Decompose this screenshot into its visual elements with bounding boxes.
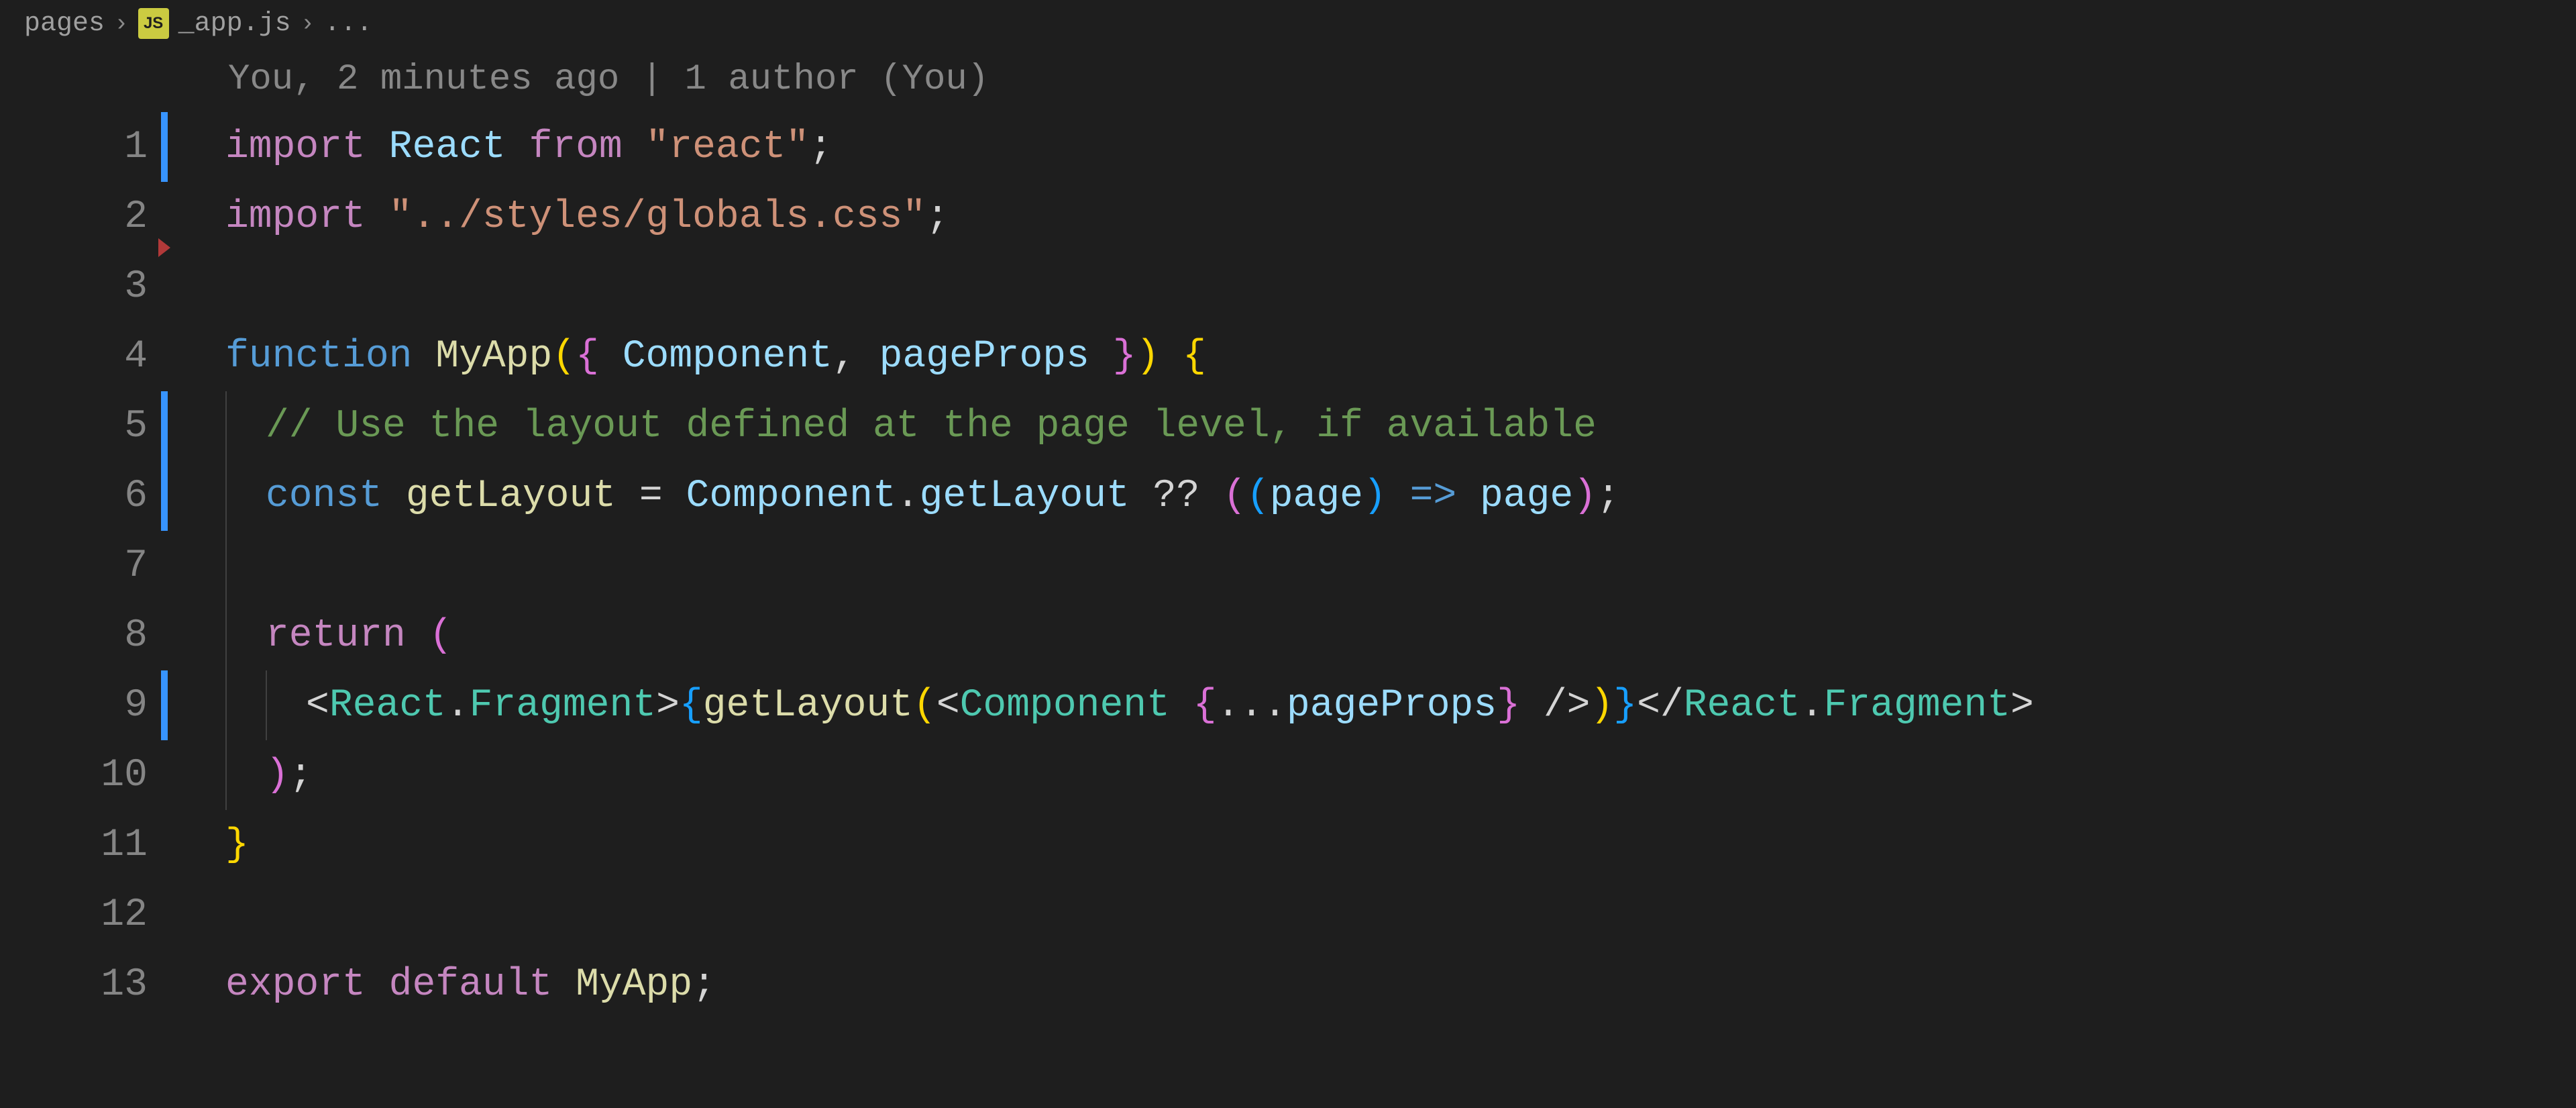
line-number: 10: [101, 754, 168, 797]
indent-guide: [266, 670, 306, 740]
code-content[interactable]: function MyApp({ Component, pageProps })…: [168, 321, 1206, 391]
code-line[interactable]: 10 );: [0, 740, 2576, 810]
code-content[interactable]: }: [168, 810, 249, 880]
line-number: 7: [124, 544, 168, 588]
code-line[interactable]: 3: [0, 252, 2576, 321]
gutter[interactable]: 11: [0, 810, 168, 880]
code-content[interactable]: return (: [168, 601, 452, 670]
code-line[interactable]: 4 function MyApp({ Component, pageProps …: [0, 321, 2576, 391]
line-number: 4: [124, 335, 168, 379]
code-line[interactable]: 9 <React.Fragment>{getLayout(<Component …: [0, 670, 2576, 740]
code-content[interactable]: import React from "react";: [168, 112, 833, 182]
code-line[interactable]: 5 // Use the layout defined at the page …: [0, 391, 2576, 461]
indent-guide: [225, 740, 266, 810]
code-content[interactable]: import "../styles/globals.css";: [168, 182, 949, 252]
code-content[interactable]: const getLayout = Component.getLayout ??…: [168, 461, 1620, 531]
breadcrumb-folder[interactable]: pages: [24, 9, 105, 39]
modified-indicator: [161, 461, 168, 531]
code-editor[interactable]: You, 2 minutes ago | 1 author (You) 1 im…: [0, 52, 2576, 1019]
line-number: 13: [101, 963, 168, 1007]
indent-guide: [225, 391, 266, 461]
code-content[interactable]: [168, 880, 225, 950]
gutter[interactable]: 7: [0, 531, 168, 601]
code-line[interactable]: 12: [0, 880, 2576, 950]
code-line[interactable]: 11 }: [0, 810, 2576, 880]
code-content[interactable]: );: [168, 740, 313, 810]
code-content[interactable]: <React.Fragment>{getLayout(<Component {.…: [168, 670, 2034, 740]
code-content[interactable]: // Use the layout defined at the page le…: [168, 391, 1597, 461]
breadcrumb[interactable]: pages › JS _app.js › ...: [0, 0, 2576, 52]
gutter[interactable]: 6: [0, 461, 168, 531]
line-number: 2: [124, 195, 168, 239]
line-number: 3: [124, 265, 168, 309]
code-content[interactable]: [168, 252, 225, 321]
code-line[interactable]: 13 export default MyApp;: [0, 950, 2576, 1019]
code-line[interactable]: 6 const getLayout = Component.getLayout …: [0, 461, 2576, 531]
modified-indicator: [161, 391, 168, 461]
breadcrumb-file[interactable]: _app.js: [178, 9, 291, 39]
gutter[interactable]: 5: [0, 391, 168, 461]
gutter[interactable]: 3: [0, 252, 168, 321]
chevron-right-icon: ›: [114, 10, 129, 38]
gutter[interactable]: 1: [0, 112, 168, 182]
code-line[interactable]: 8 return (: [0, 601, 2576, 670]
indent-guide: [225, 670, 266, 740]
gutter[interactable]: 9: [0, 670, 168, 740]
indent-guide: [225, 531, 266, 601]
line-number: 8: [124, 614, 168, 658]
gutter[interactable]: 4: [0, 321, 168, 391]
code-line[interactable]: 2 import "../styles/globals.css";: [0, 182, 2576, 252]
line-number: 12: [101, 893, 168, 937]
breadcrumb-symbol[interactable]: ...: [324, 9, 372, 39]
modified-indicator: [161, 112, 168, 182]
codelens-author-info[interactable]: You, 2 minutes ago | 1 author (You): [0, 59, 2576, 100]
code-content[interactable]: export default MyApp;: [168, 950, 716, 1019]
indent-guide: [225, 601, 266, 670]
gutter[interactable]: 12: [0, 880, 168, 950]
code-line[interactable]: 1 import React from "react";: [0, 112, 2576, 182]
indent-guide: [225, 461, 266, 531]
gutter[interactable]: 8: [0, 601, 168, 670]
gutter[interactable]: 2: [0, 182, 168, 252]
gutter[interactable]: 13: [0, 950, 168, 1019]
code-content[interactable]: [168, 531, 266, 601]
gutter[interactable]: 10: [0, 740, 168, 810]
js-file-icon: JS: [138, 8, 169, 39]
line-number: 11: [101, 823, 168, 867]
chevron-right-icon: ›: [301, 10, 315, 38]
modified-indicator: [161, 670, 168, 740]
code-line[interactable]: 7: [0, 531, 2576, 601]
